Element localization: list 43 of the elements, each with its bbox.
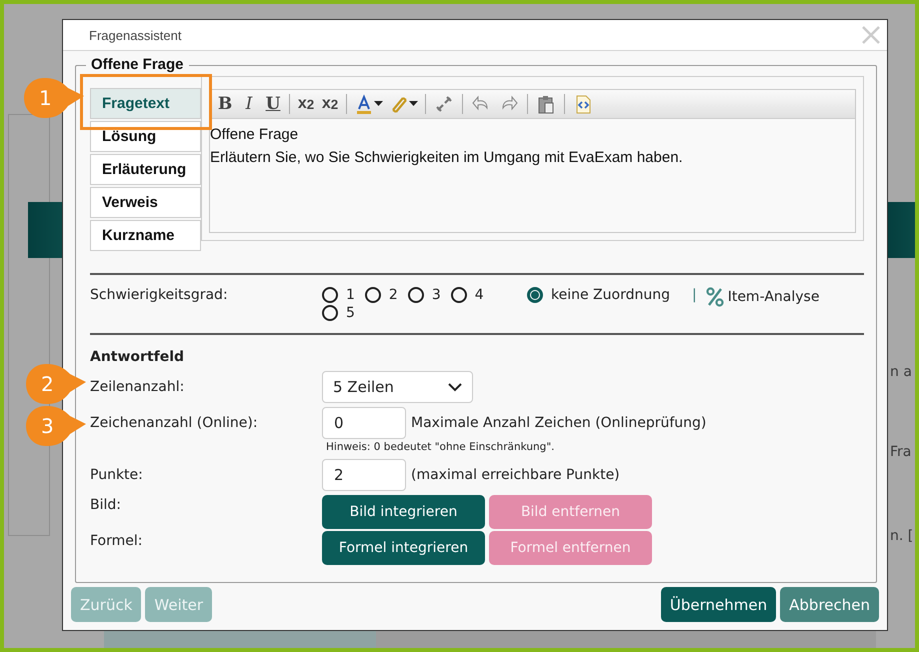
editor-line: Offene Frage bbox=[210, 125, 300, 145]
radio-label: 1 bbox=[346, 287, 355, 303]
field-label: Zeilenanzahl: bbox=[90, 379, 186, 395]
underline-button[interactable]: U bbox=[262, 93, 284, 115]
formula-action-button[interactable]: Formel integrieren bbox=[322, 531, 485, 565]
item-analysis-link[interactable]: Item-Analyse bbox=[728, 289, 820, 305]
bold-button[interactable]: B bbox=[214, 93, 236, 115]
callout-number: 3 bbox=[41, 414, 54, 438]
editor-line: Erläutern Sie, wo Sie Schwierigkeiten im Umgang mit EvaExam haben. bbox=[210, 148, 684, 168]
callout-number: 1 bbox=[39, 86, 52, 110]
dialog-title: Fragenassistent bbox=[89, 28, 182, 42]
background-text: n a bbox=[890, 364, 912, 380]
field-label: Schwierigkeitsgrad: bbox=[90, 287, 229, 305]
editor-tab[interactable]: Kurzname bbox=[90, 220, 201, 251]
field-note: (maximal erreichbare Punkte) bbox=[411, 467, 620, 483]
background-text: n. [ bbox=[890, 528, 914, 544]
field-note: Maximale Anzahl Zeichen (Onlineprüfung) bbox=[411, 415, 706, 431]
field-label: Bild: bbox=[90, 496, 122, 513]
char-count-field[interactable]: 0 bbox=[322, 407, 406, 439]
editor-tab[interactable]: Fragetext bbox=[90, 88, 201, 119]
radio-label: keine Zuordnung bbox=[551, 287, 670, 303]
callout-number: 2 bbox=[41, 372, 54, 396]
separator-text: | bbox=[692, 287, 697, 303]
cancel-button[interactable]: Abbrechen bbox=[780, 587, 879, 622]
editor-tab[interactable]: Lösung bbox=[90, 121, 201, 152]
image-action-button[interactable]: Bild integrieren bbox=[322, 495, 485, 529]
field-label: Formel: bbox=[90, 532, 144, 549]
radio-label: 4 bbox=[474, 287, 484, 303]
radio-label: 5 bbox=[346, 305, 355, 321]
background-text: Fra bbox=[890, 444, 912, 460]
apply-button[interactable]: Übernehmen bbox=[660, 587, 776, 622]
radio-label: 3 bbox=[432, 287, 441, 303]
section-legend: Offene Frage bbox=[86, 56, 189, 73]
field-label: Punkte: bbox=[90, 467, 144, 483]
editor-tab[interactable]: Verweis bbox=[90, 187, 201, 218]
line-count-select[interactable]: 5 Zeilen bbox=[322, 371, 473, 403]
points-field[interactable]: 2 bbox=[322, 459, 406, 491]
field-label: Zeichenanzahl (Online): bbox=[90, 415, 259, 431]
section-heading: Antwortfeld bbox=[90, 349, 186, 365]
hint-text: Hinweis: 0 bedeutet "ohne Einschränkung". bbox=[326, 441, 556, 453]
editor-tab[interactable]: Erläuterung bbox=[90, 154, 201, 185]
italic-button[interactable]: I bbox=[238, 93, 260, 115]
radio-label: 2 bbox=[388, 287, 398, 303]
